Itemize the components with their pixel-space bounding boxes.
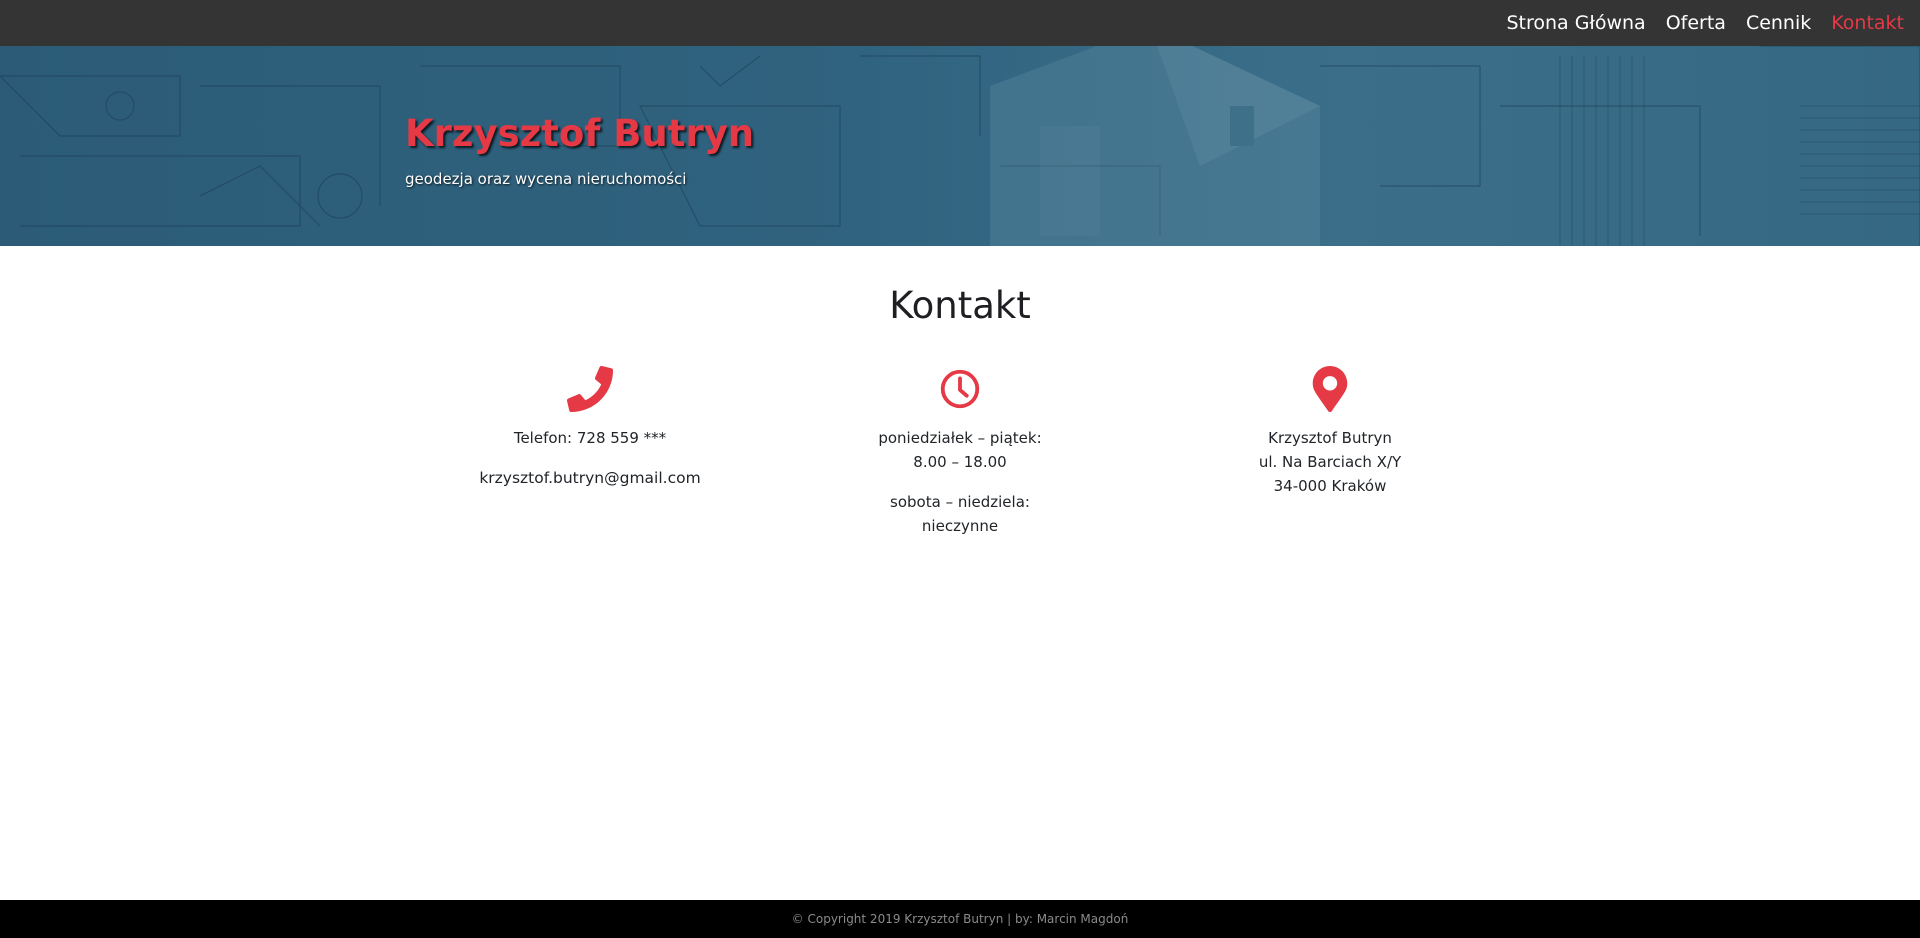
site-tagline: geodezja oraz wycena nieruchomości — [405, 170, 687, 188]
nav-links: Strona Główna Oferta Cennik Kontakt — [1506, 0, 1904, 46]
nav-link-offer[interactable]: Oferta — [1666, 12, 1726, 34]
email-link[interactable]: krzysztof.butryn@gmail.com — [479, 469, 700, 487]
address-street: ul. Na Barciach X/Y — [1258, 453, 1402, 471]
address-column: Krzysztof Butryn ul. Na Barciach X/Y 34-… — [1145, 366, 1515, 514]
phone-icon — [567, 366, 613, 412]
map-pin-icon — [1312, 366, 1348, 412]
top-navbar: Strona Główna Oferta Cennik Kontakt — [0, 0, 1920, 46]
page-title: Kontakt — [889, 284, 1031, 327]
nav-link-contact[interactable]: Kontakt — [1831, 12, 1904, 34]
blueprint-background-image — [0, 46, 1920, 246]
nav-link-pricing[interactable]: Cennik — [1746, 12, 1811, 34]
hours-column: poniedziałek – piątek: 8.00 – 18.00 sobo… — [775, 366, 1145, 554]
weekend-hours: nieczynne — [921, 517, 999, 535]
page-footer: © Copyright 2019 Krzysztof Butryn | by: … — [0, 900, 1920, 938]
weekend-label: sobota – niedziela: — [890, 493, 1030, 511]
weekdays-label: poniedziałek – piątek: — [878, 429, 1042, 447]
copyright-text: © Copyright 2019 Krzysztof Butryn | by: … — [791, 912, 1129, 926]
clock-icon — [940, 369, 980, 409]
hero-banner: Krzysztof Butryn geodezja oraz wycena ni… — [0, 46, 1920, 246]
phone-column: Telefon: 728 559 *** krzysztof.butryn@gm… — [405, 366, 775, 506]
address-city: 34-000 Kraków — [1273, 477, 1387, 495]
phone-number: Telefon: 728 559 *** — [513, 429, 667, 447]
site-title: Krzysztof Butryn — [405, 112, 755, 155]
address-name: Krzysztof Butryn — [1268, 429, 1392, 447]
weekdays-hours: 8.00 – 18.00 — [913, 453, 1007, 471]
contact-section: Kontakt Telefon: 728 559 *** krzysztof.b… — [0, 246, 1920, 900]
nav-link-home[interactable]: Strona Główna — [1506, 12, 1645, 34]
